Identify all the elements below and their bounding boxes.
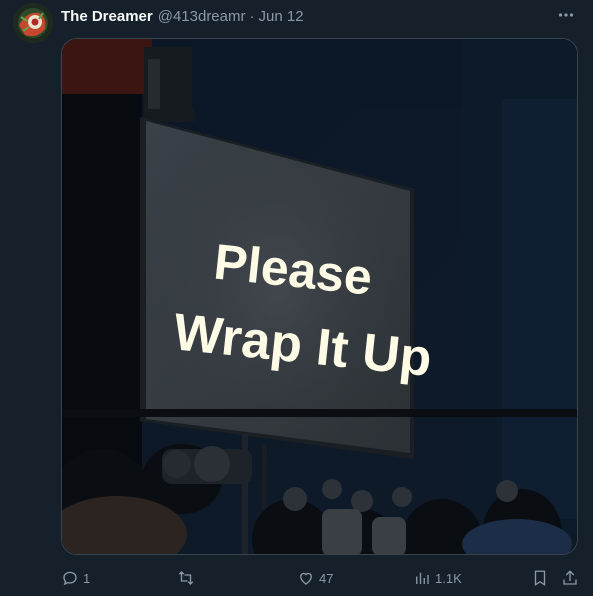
- tweet-media[interactable]: Please Wrap It Up: [61, 38, 578, 555]
- bookmark-button[interactable]: [531, 566, 549, 590]
- heart-icon: [300, 572, 312, 585]
- media-photo: Please Wrap It Up: [62, 39, 577, 554]
- views-count: 1.1K: [435, 570, 462, 586]
- author-handle[interactable]: @413dreamr: [158, 8, 246, 25]
- bookmark-icon: [534, 570, 546, 587]
- avatar-image: [13, 3, 53, 43]
- avatar[interactable]: [13, 3, 53, 43]
- tweet-date[interactable]: Jun 12: [259, 8, 304, 25]
- tweet-actions: 1 47 1.1K: [61, 566, 581, 590]
- views-chart-icon: [416, 572, 429, 584]
- like-count: 47: [319, 570, 334, 586]
- reply-button[interactable]: 1: [61, 566, 90, 590]
- views-button[interactable]: 1.1K: [413, 566, 462, 590]
- more-dots-icon: [558, 13, 574, 17]
- retweet-icon: [178, 571, 194, 585]
- retweet-button[interactable]: [177, 566, 199, 590]
- reply-icon: [63, 571, 77, 586]
- separator-dot: ·: [249, 7, 255, 25]
- tweet-header: The Dreamer @413dreamr · Jun 12: [61, 6, 593, 26]
- share-button[interactable]: [561, 566, 579, 590]
- like-button[interactable]: 47: [297, 566, 333, 590]
- more-options-button[interactable]: [555, 4, 577, 26]
- author-display-name[interactable]: The Dreamer: [61, 8, 153, 25]
- share-icon: [563, 570, 577, 585]
- reply-count: 1: [83, 570, 91, 586]
